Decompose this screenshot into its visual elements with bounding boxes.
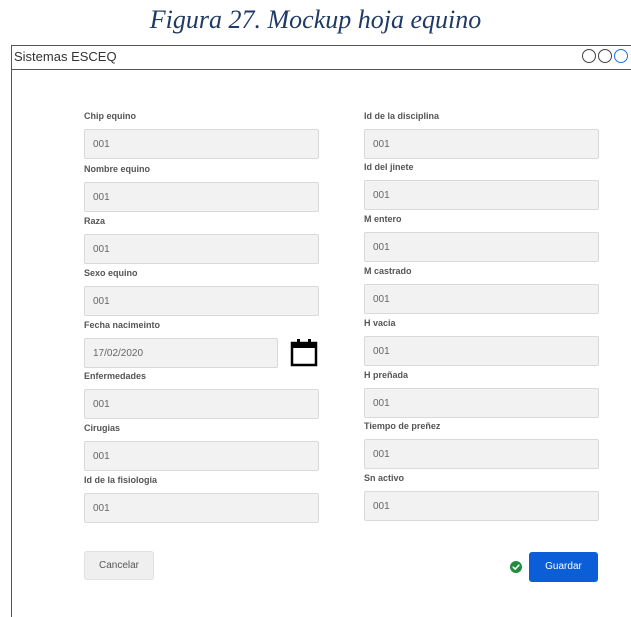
cancel-button[interactable]: Cancelar xyxy=(84,551,154,580)
disciplina-label: Id de la disciplina xyxy=(364,111,440,121)
tiempo-prenez-label: Tiempo de preñez xyxy=(364,421,441,431)
figure-caption: Figura 27. Mockup hoja equino xyxy=(149,5,482,34)
check-circle-icon xyxy=(510,561,522,573)
chip-equino-input[interactable] xyxy=(84,129,319,159)
nombre-equino-label: Nombre equino xyxy=(84,164,151,174)
window-control-circle-icon[interactable] xyxy=(614,49,628,63)
tiempo-prenez-input[interactable] xyxy=(364,439,599,469)
titlebar-divider xyxy=(11,69,631,70)
enfermedades-label: Enfermedades xyxy=(84,371,147,381)
disciplina-input[interactable] xyxy=(364,129,599,159)
h-vacia-input[interactable] xyxy=(364,336,599,366)
m-entero-label: M entero xyxy=(364,214,402,224)
enfermedades-input[interactable] xyxy=(84,389,319,419)
calendar-icon[interactable] xyxy=(289,337,319,367)
fisiologia-input[interactable] xyxy=(84,493,319,523)
window-control-circle-icon[interactable] xyxy=(582,49,596,63)
window-control-circle-icon[interactable] xyxy=(598,49,612,63)
fecha-nacimiento-label: Fecha nacimeinto xyxy=(84,320,161,330)
sn-activo-input[interactable] xyxy=(364,491,599,521)
m-castrado-label: M castrado xyxy=(364,266,412,276)
m-entero-input[interactable] xyxy=(364,232,599,262)
save-button[interactable]: Guardar xyxy=(529,552,598,582)
sn-activo-label: Sn activo xyxy=(364,473,405,483)
fecha-nacimiento-input[interactable] xyxy=(84,338,278,368)
jinete-label: Id del jinete xyxy=(364,162,414,172)
jinete-input[interactable] xyxy=(364,180,599,210)
nombre-equino-input[interactable] xyxy=(84,182,319,212)
h-prenada-label: H preñada xyxy=(364,370,409,380)
h-vacia-label: H vacia xyxy=(364,318,396,328)
sexo-equino-input[interactable] xyxy=(84,286,319,316)
window-title: Sistemas ESCEQ xyxy=(14,49,117,64)
h-prenada-input[interactable] xyxy=(364,388,599,418)
raza-label: Raza xyxy=(84,216,106,226)
fisiologia-label: Id de la fisiologia xyxy=(84,475,158,485)
chip-equino-label: Chip equino xyxy=(84,111,136,121)
sexo-equino-label: Sexo equino xyxy=(84,268,138,278)
m-castrado-input[interactable] xyxy=(364,284,599,314)
cirugias-input[interactable] xyxy=(84,441,319,471)
cirugias-label: Cirugias xyxy=(84,423,121,433)
raza-input[interactable] xyxy=(84,234,319,264)
